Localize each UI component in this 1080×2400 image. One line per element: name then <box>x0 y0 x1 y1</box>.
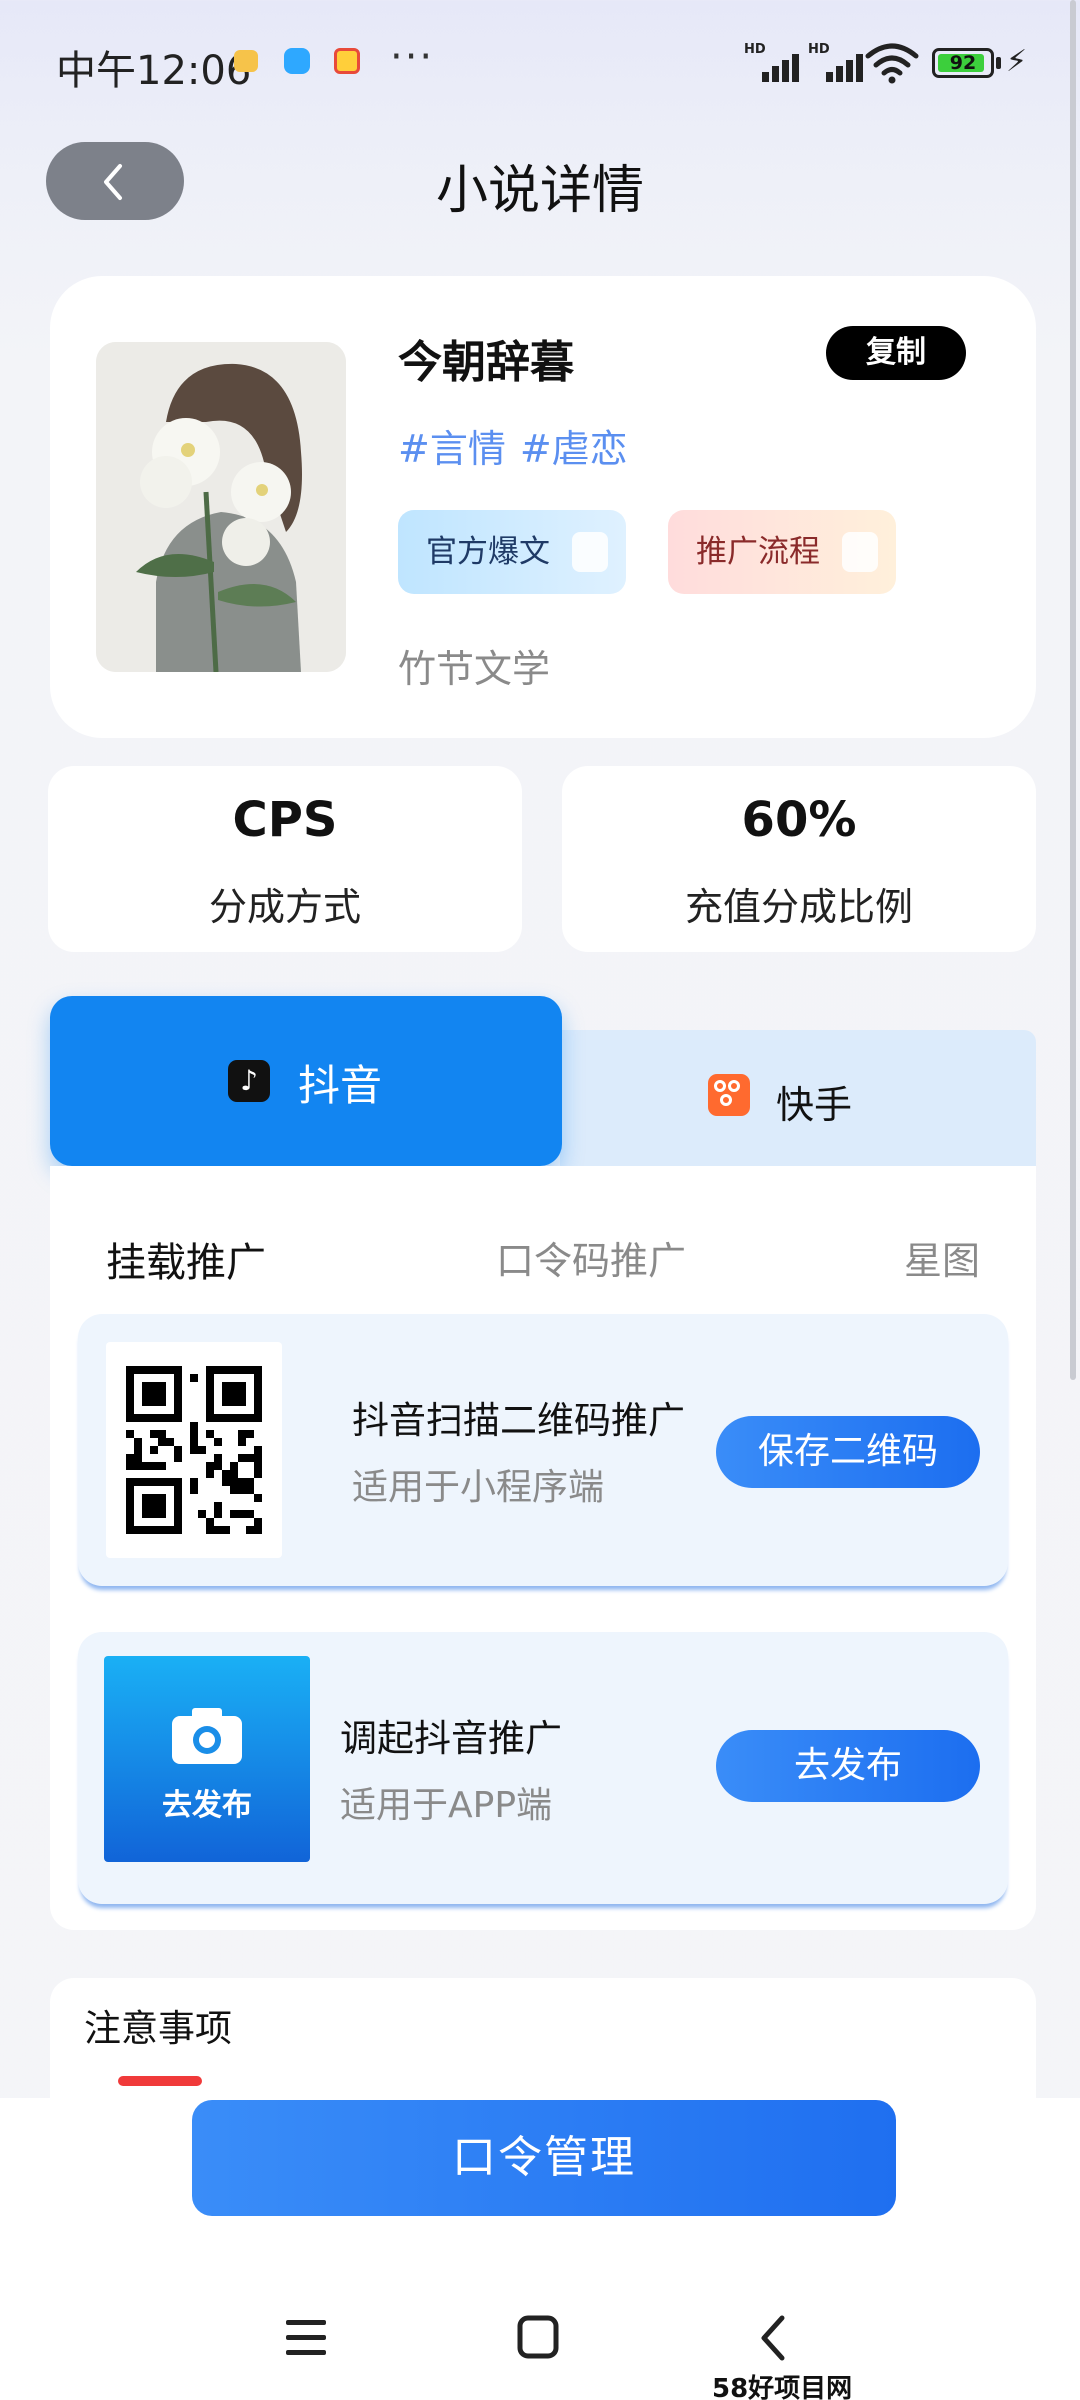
share-mode-label: 分成方式 <box>208 885 361 929</box>
qr-code-image <box>106 1342 282 1558</box>
share-ratio-stat: 60% 充值分成比例 <box>562 766 1036 952</box>
share-ratio-label: 充值分成比例 <box>684 885 913 929</box>
camera-icon <box>172 1708 242 1764</box>
scrollbar[interactable] <box>1070 0 1076 1380</box>
publish-thumbnail[interactable]: 去发布 <box>104 1656 310 1862</box>
promo-process-button[interactable]: 推广流程 <box>668 510 896 594</box>
tab-kuaishou[interactable]: 快手 <box>560 1030 1036 1166</box>
signal-2-icon: HD <box>808 42 864 82</box>
home-nav-icon[interactable] <box>508 2310 568 2366</box>
battery-level: 92 <box>949 52 977 74</box>
app-notification-icon <box>334 48 360 74</box>
kuaishou-icon <box>708 1074 750 1116</box>
promotion-panel: 挂载推广 口令码推广 星图 抖音扫描二维码推广 适用于小程序端 保存二维码 去发… <box>50 1166 1036 1930</box>
battery-icon: 92 <box>932 48 994 78</box>
command-management-button[interactable]: 口令管理 <box>192 2100 896 2216</box>
share-ratio-value: 60% <box>741 792 857 848</box>
tag-romance[interactable]: #言情 <box>398 427 506 471</box>
page-title: 小说详情 <box>435 161 644 221</box>
share-mode-value: CPS <box>232 792 338 848</box>
watermark-text: 58好项目网www.58hxm.com <box>712 2374 853 2400</box>
notes-app-icon <box>234 50 258 72</box>
notes-title: 注意事项 <box>84 2007 232 2050</box>
tab-douyin[interactable]: ♪ 抖音 <box>50 996 562 1166</box>
publish-button[interactable]: 去发布 <box>716 1730 980 1802</box>
official-hit-button[interactable]: 官方爆文 <box>398 510 626 594</box>
novel-info-card: 今朝辞暮 复制 #言情 #虐恋 官方爆文 推广流程 竹节文学 <box>50 276 1036 738</box>
promo-process-label: 推广流程 <box>696 534 820 570</box>
tag-angst[interactable]: #虐恋 <box>520 427 628 471</box>
copy-button[interactable]: 复制 <box>826 326 966 380</box>
app-promo-card: 去发布 调起抖音推广 适用于APP端 去发布 <box>78 1632 1008 1904</box>
more-notifications-icon: ··· <box>390 34 435 80</box>
app-promo-desc: 适用于APP端 <box>340 1785 553 1826</box>
qr-promo-desc: 适用于小程序端 <box>352 1467 605 1508</box>
app-promo-title: 调起抖音推广 <box>340 1717 562 1760</box>
publish-thumbnail-label: 去发布 <box>162 1788 252 1823</box>
save-qr-button[interactable]: 保存二维码 <box>716 1416 980 1488</box>
subtab-star-map[interactable]: 星图 <box>904 1230 980 1285</box>
official-hit-label: 官方爆文 <box>426 534 550 570</box>
tab-kuaishou-label: 快手 <box>776 1083 853 1127</box>
status-time: 中午12:06 <box>56 48 252 94</box>
signal-1-icon: HD <box>744 42 800 82</box>
menu-nav-icon[interactable] <box>276 2310 336 2366</box>
notes-title-underline <box>118 2076 202 2086</box>
tab-douyin-label: 抖音 <box>298 1061 383 1110</box>
publisher-name: 竹节文学 <box>398 647 551 691</box>
novel-cover-image[interactable] <box>96 342 346 672</box>
novel-title: 今朝辞暮 <box>398 337 574 388</box>
charging-icon: ⚡ <box>1006 44 1028 79</box>
qr-promo-title: 抖音扫描二维码推广 <box>352 1399 685 1442</box>
qr-promo-card: 抖音扫描二维码推广 适用于小程序端 保存二维码 <box>78 1314 1008 1586</box>
document-icon <box>572 532 608 572</box>
novel-tags: #言情 #虐恋 <box>398 418 642 473</box>
wifi-icon <box>865 43 919 84</box>
cloud-app-icon <box>284 48 310 74</box>
status-bar: 中午12:06 ··· HD HD 92 ⚡ <box>0 0 1080 130</box>
video-camera-icon <box>842 532 878 572</box>
subtab-mount-promo[interactable]: 挂载推广 <box>106 1230 266 1288</box>
douyin-icon: ♪ <box>228 1060 270 1102</box>
back-nav-icon[interactable] <box>744 2310 804 2366</box>
share-mode-stat: CPS 分成方式 <box>48 766 522 952</box>
subtab-code-promo[interactable]: 口令码推广 <box>496 1230 686 1285</box>
